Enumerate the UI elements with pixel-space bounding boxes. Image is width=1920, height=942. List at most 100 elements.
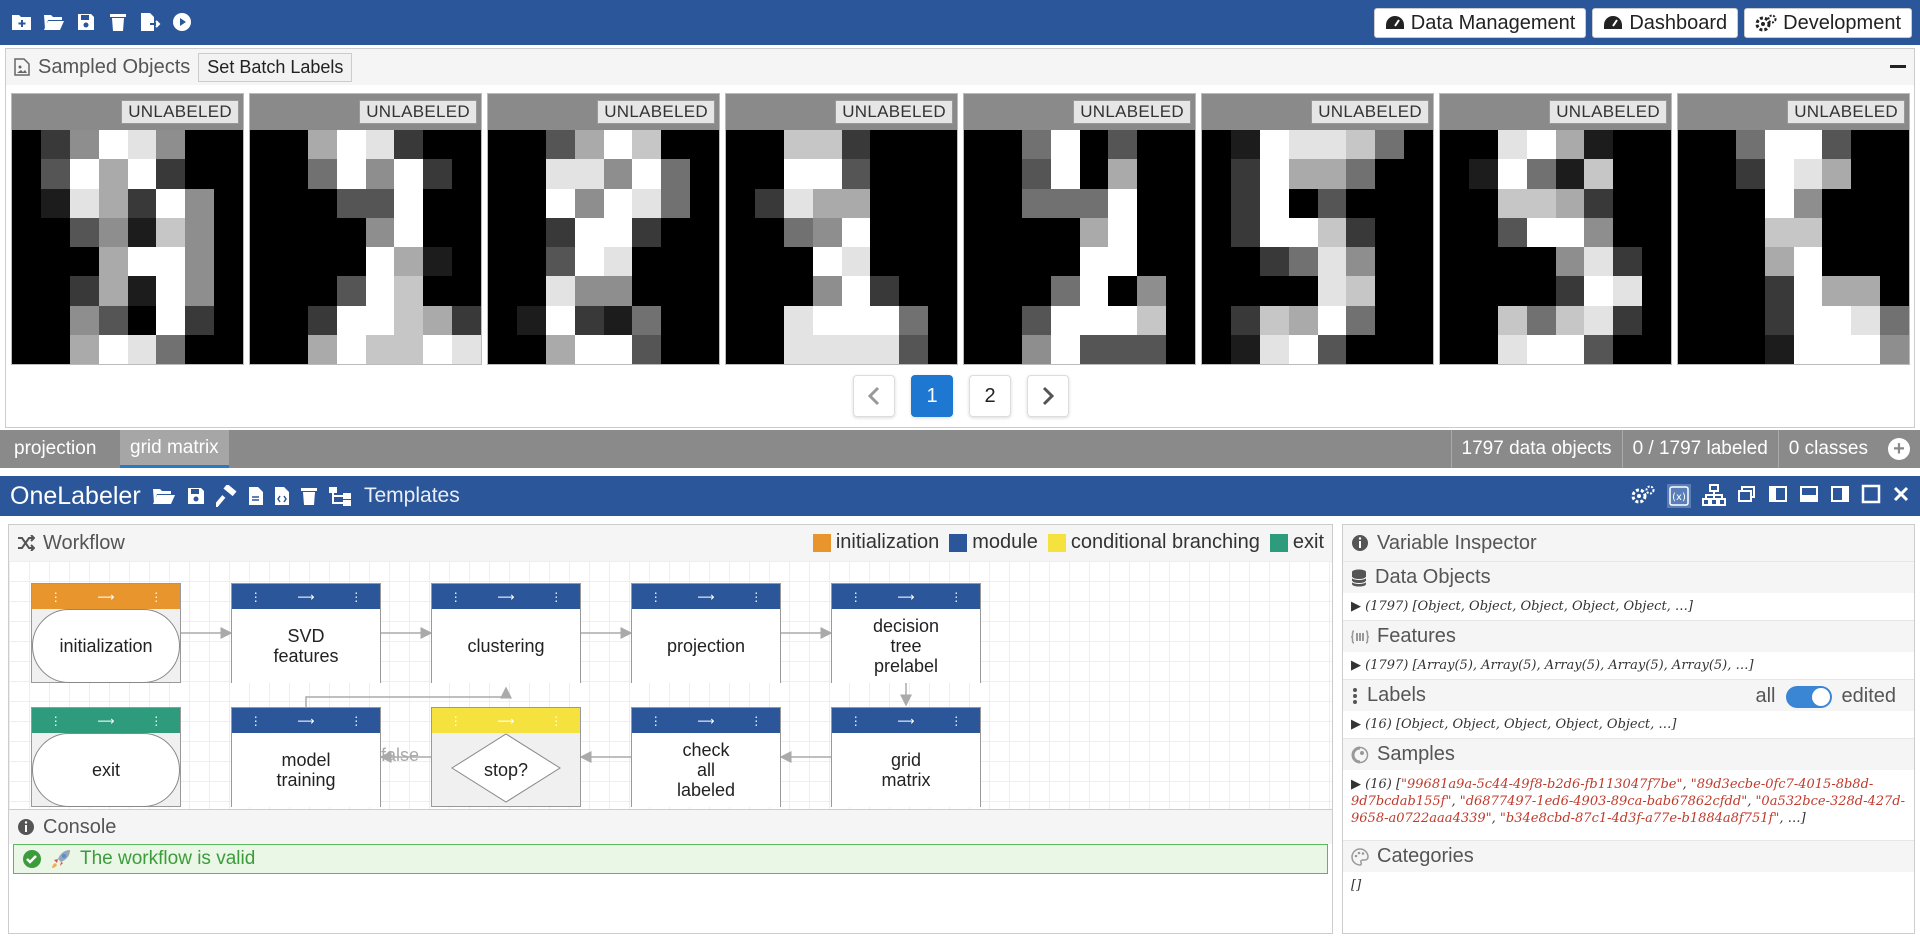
folder-open-icon[interactable] — [152, 486, 176, 506]
development-button[interactable]: Development — [1744, 8, 1912, 38]
samples-value[interactable]: ▶ (16) ["99681a9a-5c44-49f8-b2d6-fb11304… — [1343, 770, 1914, 840]
pixel — [1021, 276, 1051, 306]
workflow-node[interactable]: ⋮ ⟶ ⋮ model training — [231, 707, 381, 807]
sample-card[interactable]: UNLABELED — [249, 93, 482, 365]
sample-cards: UNLABELED UNLABELED UNLABELED UNLABELED UNLA… — [11, 93, 1910, 365]
workflow-node[interactable]: ⋮ ⟶ ⋮ SVD features — [231, 583, 381, 683]
labels-value[interactable]: ▶ (16) [Object, Object, Object, Object, … — [1343, 711, 1914, 738]
hammer-icon[interactable] — [216, 485, 238, 507]
close-icon[interactable] — [1892, 484, 1910, 504]
pixel — [1526, 334, 1556, 364]
pixel — [1706, 130, 1736, 160]
workflow-node[interactable]: ⋮ ⟶ ⋮ stop? — [431, 707, 581, 807]
pixel — [307, 188, 337, 218]
pixel — [1166, 334, 1195, 364]
unlabeled-badge[interactable]: UNLABELED — [597, 100, 715, 124]
unlabeled-badge[interactable]: UNLABELED — [359, 100, 477, 124]
unlabeled-badge[interactable]: UNLABELED — [1787, 100, 1905, 124]
sample-card[interactable]: UNLABELED — [725, 93, 958, 365]
maximize-icon[interactable] — [1861, 484, 1881, 504]
minimize-icon[interactable] — [1890, 65, 1906, 68]
pixel — [1880, 217, 1909, 247]
trash-icon[interactable] — [300, 486, 318, 506]
panel-bottom-icon[interactable] — [1799, 484, 1819, 504]
sample-card[interactable]: UNLABELED — [963, 93, 1196, 365]
sampled-objects-title: Sampled Objects — [14, 56, 190, 79]
sample-card[interactable]: UNLABELED — [11, 93, 244, 365]
pixel — [1735, 217, 1765, 247]
pixel — [574, 217, 604, 247]
sample-card[interactable]: UNLABELED — [1201, 93, 1434, 365]
unlabeled-badge[interactable]: UNLABELED — [1073, 100, 1191, 124]
pixel — [632, 247, 662, 277]
run-icon[interactable] — [170, 10, 194, 34]
pixel — [1440, 247, 1469, 277]
pixel — [545, 276, 575, 306]
prev-page-button[interactable] — [853, 375, 895, 417]
sample-card[interactable]: UNLABELED — [1677, 93, 1910, 365]
pixel — [1822, 247, 1852, 277]
pixel — [1880, 247, 1909, 277]
pixel — [423, 334, 453, 364]
templates-button[interactable]: Templates — [364, 484, 460, 508]
add-class-icon[interactable]: + — [1888, 438, 1910, 460]
sample-card[interactable]: UNLABELED — [1439, 93, 1672, 365]
data-objects-value[interactable]: ▶ (1797) [Object, Object, Object, Object… — [1343, 593, 1914, 620]
variable-icon[interactable]: (x) — [1667, 484, 1691, 508]
set-batch-labels-button[interactable]: Set Batch Labels — [198, 52, 353, 82]
unlabeled-badge[interactable]: UNLABELED — [1549, 100, 1667, 124]
workflow-node[interactable]: ⋮ ⟶ ⋮ clustering — [431, 583, 581, 683]
new-icon[interactable] — [10, 10, 34, 34]
pixel — [928, 159, 957, 189]
hierarchy-icon[interactable] — [1702, 484, 1726, 506]
save-icon[interactable] — [186, 486, 206, 506]
open-icon[interactable] — [42, 10, 66, 34]
workflow-node[interactable]: ⋮ ⟶ ⋮ decision tree prelabel — [831, 583, 981, 683]
workflow-node[interactable]: ⋮ ⟶ ⋮ projection — [631, 583, 781, 683]
file-icon[interactable] — [248, 486, 264, 506]
pixel — [1642, 188, 1671, 218]
pixel — [899, 159, 929, 189]
pixel — [899, 130, 929, 160]
next-page-button[interactable] — [1027, 375, 1069, 417]
page-1-button[interactable]: 1 — [911, 375, 953, 417]
save-icon[interactable] — [74, 10, 98, 34]
delete-icon[interactable] — [106, 10, 130, 34]
legend-item: conditional branching — [1047, 531, 1260, 554]
workflow-node[interactable]: ⋮ ⟶ ⋮ exit — [31, 707, 181, 807]
features-value[interactable]: ▶ (1797) [Array(5), Array(5), Array(5), … — [1343, 652, 1914, 679]
categories-value[interactable]: [] — [1343, 872, 1914, 899]
code-file-icon[interactable] — [274, 486, 290, 506]
labels-toggle-switch[interactable] — [1785, 685, 1832, 708]
sample-card[interactable]: UNLABELED — [487, 93, 720, 365]
pixel — [812, 159, 842, 189]
sitemap-icon[interactable] — [328, 486, 352, 506]
unlabeled-badge[interactable]: UNLABELED — [121, 100, 239, 124]
pixel — [632, 334, 662, 364]
unlabeled-badge[interactable]: UNLABELED — [835, 100, 953, 124]
data-management-button[interactable]: Data Management — [1373, 8, 1587, 38]
workflow-node[interactable]: ⋮ ⟶ ⋮ check all labeled — [631, 707, 781, 807]
workflow-node[interactable]: ⋮ ⟶ ⋮ initialization — [31, 583, 181, 683]
pixel — [12, 247, 41, 277]
unlabeled-badge[interactable]: UNLABELED — [1311, 100, 1429, 124]
window-icon[interactable] — [1737, 484, 1757, 504]
settings-icon[interactable] — [1630, 484, 1656, 506]
pixel — [545, 217, 575, 247]
page-2-button[interactable]: 2 — [969, 375, 1011, 417]
panel-left-icon[interactable] — [1768, 484, 1788, 504]
pixel — [1822, 188, 1852, 218]
workflow-canvas[interactable]: ⋮ ⟶ ⋮ initialization ⋮ ⟶ ⋮ SVD features ⋮ ⟶ ⋮ clust… — [9, 561, 1332, 809]
dashboard-button[interactable]: Dashboard — [1592, 8, 1739, 38]
tab-grid-matrix[interactable]: grid matrix — [120, 430, 229, 468]
pixel — [1202, 334, 1231, 364]
pixel — [1735, 159, 1765, 189]
tab-projection[interactable]: projection — [4, 430, 106, 468]
panel-right-icon[interactable] — [1830, 484, 1850, 504]
workflow-node[interactable]: ⋮ ⟶ ⋮ grid matrix — [831, 707, 981, 807]
node-port-icon: ⋮ — [649, 589, 662, 604]
arrow-right-icon: ⟶ — [497, 589, 515, 604]
pixel — [1346, 188, 1376, 218]
export-icon[interactable] — [138, 10, 162, 34]
pixel — [307, 130, 337, 160]
